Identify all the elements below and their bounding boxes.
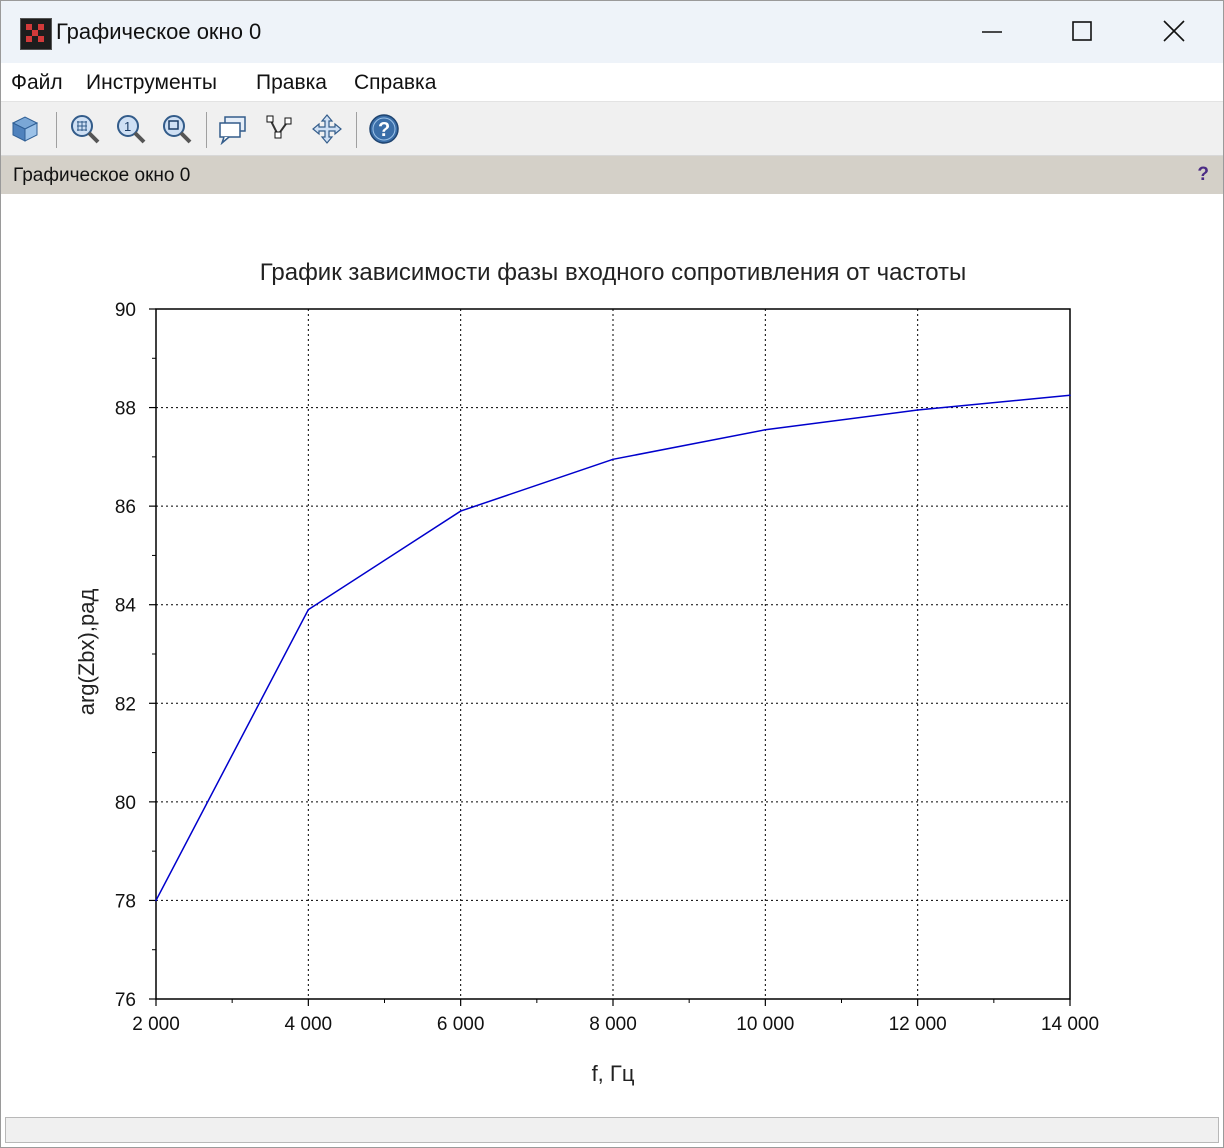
- y-tick-label: 88: [115, 399, 136, 420]
- help-question-icon[interactable]: ?: [1197, 164, 1209, 186]
- y-tick-label: 76: [115, 990, 136, 1011]
- zoom-area-icon: [163, 115, 192, 144]
- y-tick-label: 80: [115, 793, 136, 814]
- datatip-edit-icon: [266, 115, 292, 139]
- x-tick-label: 10 000: [736, 1014, 794, 1035]
- x-tick-label: 2 000: [132, 1014, 180, 1035]
- toolbar-separator: [356, 112, 357, 148]
- pan-button[interactable]: [309, 110, 345, 148]
- menu-bar: Файл Инструменты Правка Справка: [1, 63, 1223, 102]
- title-bar[interactable]: Графическое окно 0: [1, 1, 1223, 63]
- zoom-original-button[interactable]: 1: [113, 110, 149, 148]
- zoom-area-button[interactable]: [159, 110, 195, 148]
- zoom-grid-icon: [71, 115, 100, 144]
- data-point: [307, 608, 310, 611]
- close-button[interactable]: [1129, 1, 1219, 63]
- menu-file[interactable]: Файл: [11, 71, 63, 95]
- data-point: [612, 458, 614, 461]
- data-point: [155, 899, 157, 902]
- datatip-button[interactable]: [215, 110, 251, 148]
- toolbar-separator: [206, 112, 207, 148]
- minimize-icon: [982, 31, 1002, 33]
- datatip-edit-button[interactable]: [262, 110, 298, 148]
- plot-area[interactable]: График зависимости фазы входного сопроти…: [1, 194, 1223, 1116]
- y-tick-label: 82: [115, 694, 136, 715]
- data-point: [764, 428, 767, 431]
- toolbar-separator: [56, 112, 57, 148]
- maximize-icon: [1072, 21, 1092, 41]
- help-button[interactable]: ?: [366, 110, 402, 148]
- chart-title: График зависимости фазы входного сопроти…: [260, 259, 967, 286]
- minimize-button[interactable]: [947, 1, 1037, 63]
- x-tick-label: 12 000: [889, 1014, 947, 1035]
- zoom-original-icon: 1: [117, 115, 146, 144]
- data-point: [459, 510, 462, 512]
- datatip-icon: [219, 116, 246, 145]
- scilab-app-icon: [20, 18, 52, 50]
- pan-icon: [312, 114, 342, 144]
- svg-text:?: ?: [378, 119, 390, 141]
- x-tick-label: 8 000: [589, 1014, 637, 1035]
- y-tick-label: 84: [115, 596, 137, 617]
- chart[interactable]: График зависимости фазы входного сопроти…: [1, 194, 1223, 1116]
- status-bar: [5, 1117, 1219, 1143]
- menu-edit[interactable]: Правка: [256, 71, 327, 95]
- rotate-button[interactable]: [7, 110, 43, 148]
- x-tick-label: 14 000: [1041, 1014, 1099, 1035]
- menu-tools[interactable]: Инструменты: [86, 71, 217, 95]
- x-tick-label: 6 000: [437, 1014, 485, 1035]
- svg-text:1: 1: [124, 119, 131, 134]
- y-axis-label: arg(Zbx),рад: [74, 589, 99, 716]
- x-tick-label: 4 000: [285, 1014, 333, 1035]
- figure-info-bar: Графическое окно 0 ?: [1, 156, 1223, 194]
- graphic-window: Графическое окно 0 Файл Инструменты Прав…: [0, 0, 1224, 1148]
- y-tick-label: 86: [115, 497, 136, 518]
- maximize-button[interactable]: [1037, 1, 1127, 63]
- close-icon: [1163, 20, 1185, 42]
- window-title: Графическое окно 0: [56, 19, 262, 44]
- menu-help[interactable]: Справка: [354, 71, 436, 95]
- toolbar: 1 ?: [1, 102, 1223, 156]
- y-tick-label: 78: [115, 891, 136, 912]
- data-point: [916, 409, 919, 411]
- figure-title: Графическое окно 0: [13, 165, 191, 186]
- x-axis-label: f, Гц: [592, 1061, 635, 1086]
- rotate-icon: [11, 116, 39, 142]
- data-point: [1069, 394, 1071, 397]
- help-icon: ?: [369, 114, 399, 144]
- zoom-grid-button[interactable]: [67, 110, 103, 148]
- y-tick-label: 90: [115, 300, 136, 321]
